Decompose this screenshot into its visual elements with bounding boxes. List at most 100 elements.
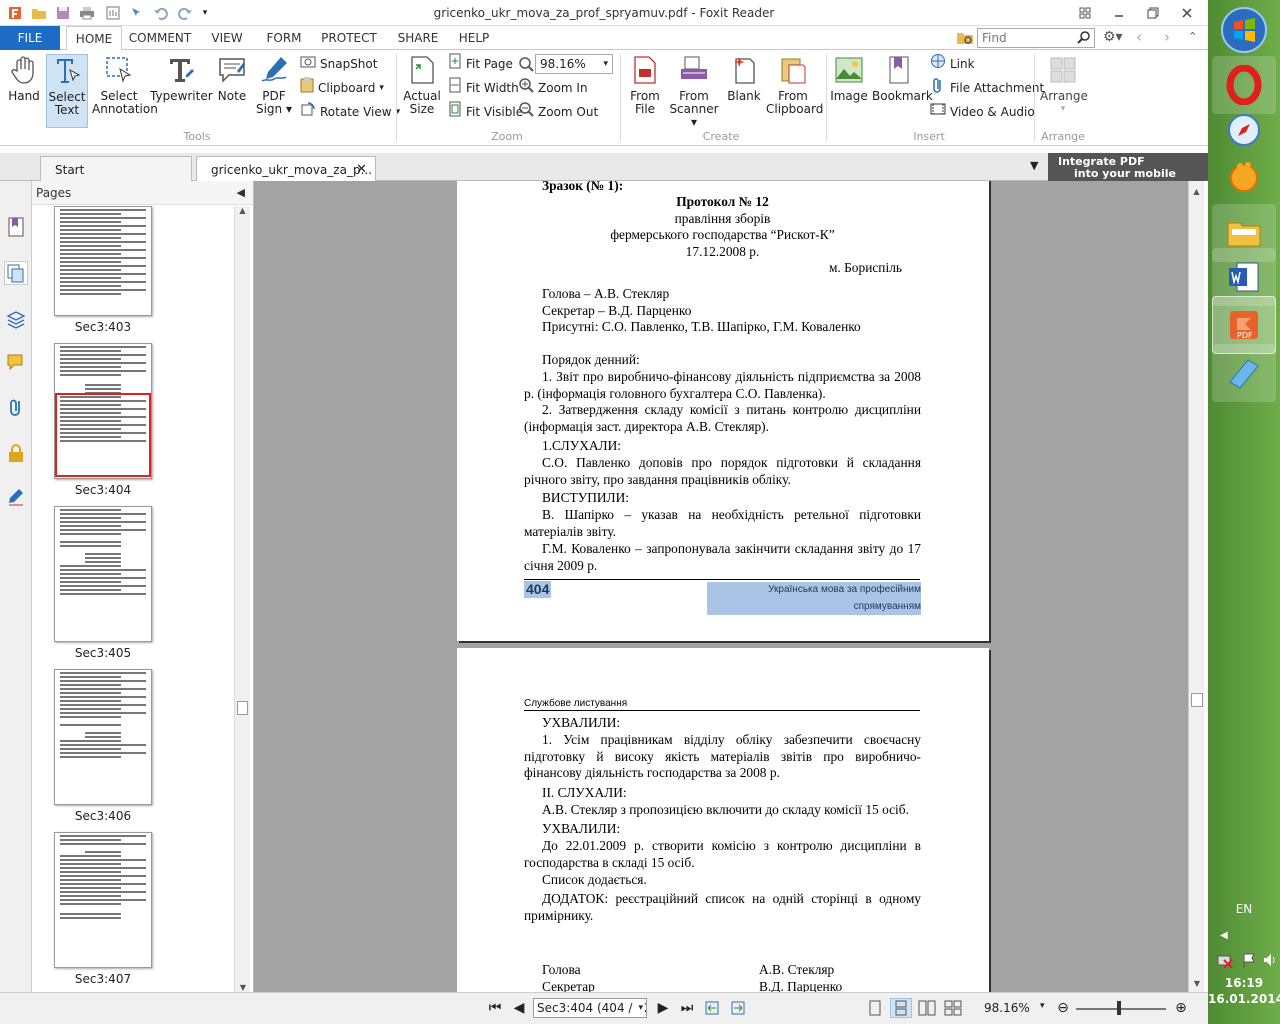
network-icon[interactable] xyxy=(1216,952,1234,971)
volume-icon[interactable] xyxy=(1262,952,1278,971)
zoom-dropdown-icon[interactable]: ▾ xyxy=(1040,1001,1045,1011)
promo-banner[interactable]: Integrate PDF into your mobile apps xyxy=(1048,153,1208,192)
zoom-out-minus-icon[interactable]: ⊖ xyxy=(1054,999,1072,1017)
comments-panel-icon[interactable] xyxy=(4,351,28,375)
page-thumbnail[interactable] xyxy=(54,206,152,316)
clock-time[interactable]: 16:19 xyxy=(1208,976,1280,990)
single-page-view-icon[interactable] xyxy=(866,999,884,1017)
scrollbar-thumb[interactable] xyxy=(1191,693,1203,707)
collapse-panel-icon[interactable]: ◀ xyxy=(237,181,245,205)
last-page-icon[interactable]: ⏭ xyxy=(678,999,696,1017)
snapshot-button[interactable]: SnapShot xyxy=(300,54,377,74)
signatures-panel-icon[interactable] xyxy=(4,485,28,509)
page-thumbnail-selected[interactable] xyxy=(54,343,152,479)
menu-protect[interactable]: PROTECT xyxy=(316,26,382,50)
zoom-percentage[interactable]: 98.16% xyxy=(984,1001,1030,1015)
fit-visible-button[interactable]: Fit Visible xyxy=(448,101,523,122)
language-indicator[interactable]: EN xyxy=(1208,902,1280,916)
page-thumbnail[interactable] xyxy=(54,506,152,642)
pages-panel-icon[interactable] xyxy=(4,261,28,285)
blank-button[interactable]: Blank xyxy=(726,54,762,103)
ribbon-layout-icon[interactable] xyxy=(1068,0,1102,26)
close-tab-icon[interactable]: ✕ xyxy=(356,157,367,183)
close-button[interactable] xyxy=(1170,0,1204,26)
bookmarks-panel-icon[interactable] xyxy=(4,215,28,239)
tab-document[interactable]: gricenko_ukr_mova_za_p... ✕ xyxy=(196,156,376,182)
typewriter-button[interactable]: Typewriter xyxy=(150,54,213,103)
actual-size-button[interactable]: Actual Size xyxy=(402,54,442,116)
next-page-icon[interactable]: ▶ xyxy=(654,999,672,1017)
arrange-button[interactable]: Arrange ▾ xyxy=(1040,54,1088,116)
previous-page-icon[interactable]: ◀ xyxy=(510,999,528,1017)
tray-expand-icon[interactable]: ◀ xyxy=(1220,930,1228,941)
from-clipboard-button[interactable]: From Clipboard xyxy=(766,54,823,116)
scrollbar-thumb[interactable] xyxy=(237,701,248,715)
zoom-out-button[interactable]: Zoom Out xyxy=(518,102,598,122)
zoom-in-plus-icon[interactable]: ⊕ xyxy=(1172,999,1190,1017)
zoom-select[interactable]: 98.16% ▾ xyxy=(535,54,613,74)
clock-date[interactable]: 16.01.2014 xyxy=(1208,992,1280,1006)
select-text-button[interactable]: Select Text xyxy=(46,54,88,128)
page-thumbnail[interactable] xyxy=(54,832,152,968)
page-number-field[interactable]: Sec3:404 (404 / 624 ▾ xyxy=(533,998,647,1018)
document-vertical-scrollbar[interactable]: ▲ ▼ xyxy=(1188,181,1204,992)
scroll-up-icon[interactable]: ▲ xyxy=(235,206,250,215)
facing-view-icon[interactable] xyxy=(918,999,936,1017)
tab-start[interactable]: Start xyxy=(40,156,192,182)
settings-gear-icon[interactable]: ⚙▾ xyxy=(1103,29,1123,45)
continuous-facing-view-icon[interactable] xyxy=(944,999,962,1017)
safari-taskbar-icon[interactable] xyxy=(1212,104,1276,156)
menu-help[interactable]: HELP xyxy=(452,26,496,50)
menu-share[interactable]: SHARE xyxy=(392,26,444,50)
note-button[interactable]: Note xyxy=(212,54,252,103)
image-button[interactable]: Image xyxy=(830,54,868,103)
notes-taskbar-icon[interactable] xyxy=(1212,344,1276,402)
messenger-taskbar-icon[interactable] xyxy=(1212,150,1276,202)
thumbnail-scrollbar[interactable]: ▲ ▼ xyxy=(234,206,250,992)
restore-button[interactable] xyxy=(1136,0,1170,26)
first-page-icon[interactable]: ⏮ xyxy=(486,999,504,1017)
search-icon[interactable] xyxy=(1077,30,1091,47)
scroll-up-icon[interactable]: ▲ xyxy=(1189,181,1204,196)
menu-home[interactable]: HOME xyxy=(66,26,122,51)
pdf-sign-button[interactable]: PDF Sign ▾ xyxy=(254,54,294,116)
fit-page-button[interactable]: Fit Page xyxy=(448,53,513,74)
zoom-slider[interactable] xyxy=(1076,1008,1166,1010)
next-result-icon[interactable]: › xyxy=(1164,28,1170,46)
collapse-ribbon-icon[interactable]: ⌃ xyxy=(1188,30,1197,43)
security-lock-icon[interactable] xyxy=(4,441,28,465)
fit-width-button[interactable]: Fit Width xyxy=(448,77,519,98)
menu-file[interactable]: FILE xyxy=(0,26,60,50)
minimize-button[interactable] xyxy=(1102,0,1136,26)
clipboard-button[interactable]: Clipboard ▾ xyxy=(300,77,384,98)
layers-panel-icon[interactable] xyxy=(4,307,28,331)
from-scanner-button[interactable]: From Scanner ▾ xyxy=(666,54,722,129)
flag-icon[interactable] xyxy=(1242,952,1258,971)
from-file-button[interactable]: From File xyxy=(626,54,664,116)
video-audio-button[interactable]: Video & Audio xyxy=(930,102,1035,122)
link-button[interactable]: Link xyxy=(930,54,975,74)
document-view[interactable]: Зразок (№ 1): Протокол № 12 правління зб… xyxy=(254,181,1188,992)
scroll-down-icon[interactable]: ▼ xyxy=(235,983,251,992)
page-thumbnail[interactable] xyxy=(54,669,152,805)
menu-comment[interactable]: COMMENT xyxy=(124,26,196,50)
start-button[interactable] xyxy=(1212,0,1276,60)
tab-list-chevron-icon[interactable]: ▼ xyxy=(1030,159,1038,172)
zoom-slider-handle[interactable] xyxy=(1117,1001,1121,1015)
file-attachment-button[interactable]: File Attachment xyxy=(930,78,1044,98)
zoom-in-button[interactable]: Zoom In xyxy=(518,78,588,98)
continuous-view-icon[interactable] xyxy=(890,998,912,1018)
rotate-view-button[interactable]: Rotate View ▾ xyxy=(300,102,400,122)
viewport-indicator[interactable] xyxy=(55,393,151,477)
next-view-icon[interactable] xyxy=(730,999,748,1017)
menu-view[interactable]: VIEW xyxy=(202,26,252,50)
bookmark-button[interactable]: Bookmark xyxy=(872,54,933,103)
menu-form[interactable]: FORM xyxy=(260,26,308,50)
prev-result-icon[interactable]: ‹ xyxy=(1136,28,1142,46)
select-annotation-button[interactable]: Select Annotation xyxy=(92,54,158,116)
previous-view-icon[interactable] xyxy=(704,999,722,1017)
attachments-panel-icon[interactable] xyxy=(4,395,28,419)
scroll-down-icon[interactable]: ▼ xyxy=(1189,979,1205,988)
hand-tool-button[interactable]: Hand xyxy=(4,54,44,103)
search-folder-icon[interactable] xyxy=(956,30,974,49)
